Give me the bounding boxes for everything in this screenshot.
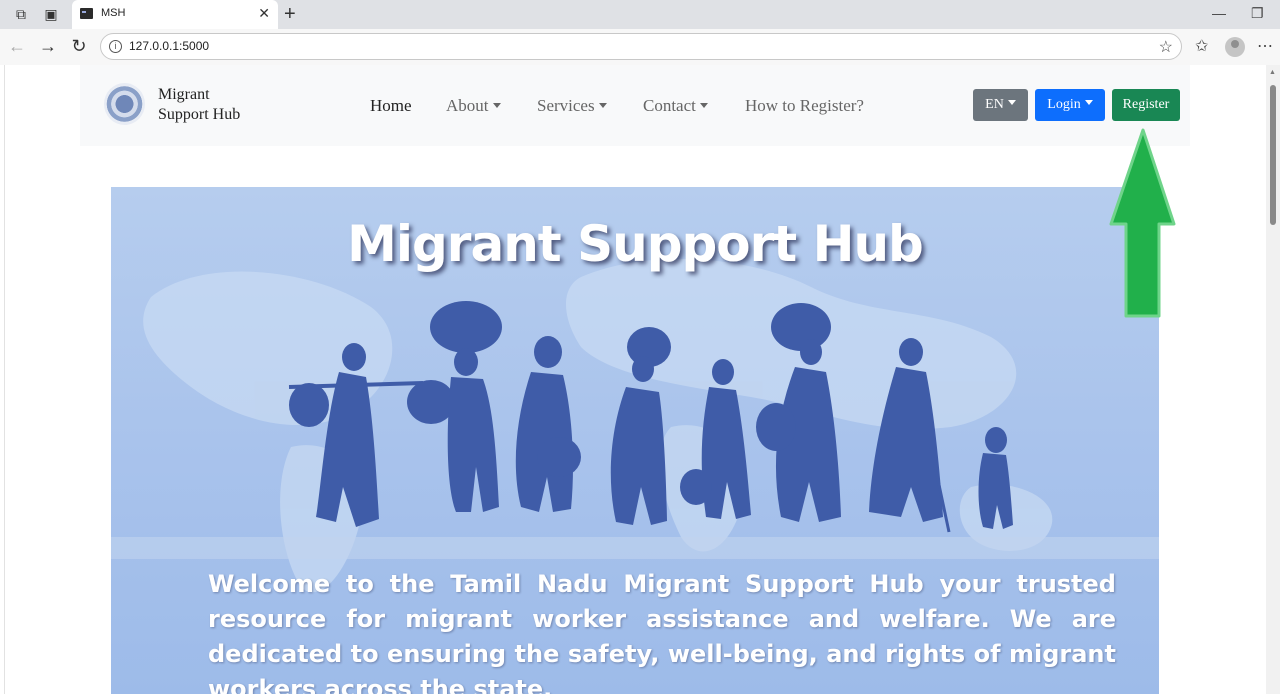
brand-line-1: Migrant [158, 86, 210, 103]
register-button[interactable]: Register [1112, 89, 1180, 121]
login-button[interactable]: Login [1035, 89, 1105, 121]
reload-icon[interactable]: ↻ [69, 36, 89, 56]
nav-home-label: Home [370, 96, 412, 115]
arrow-up-annotation [1109, 128, 1176, 318]
chevron-down-icon [1084, 100, 1093, 105]
nav-home[interactable]: Home [370, 96, 412, 116]
nav-services-label: Services [537, 96, 595, 115]
favorites-icon[interactable]: ✩ [1195, 36, 1208, 56]
nav-contact-label: Contact [643, 96, 696, 115]
back-icon[interactable]: ← [7, 36, 27, 56]
restore-icon[interactable]: ❐ [1251, 5, 1264, 22]
chevron-down-icon [492, 103, 501, 108]
new-tab-button[interactable]: + [284, 3, 296, 26]
chevron-down-icon [699, 103, 708, 108]
scrollbar[interactable]: ▲ [1266, 65, 1280, 694]
login-label: Login [1047, 97, 1081, 112]
profile-avatar[interactable] [1225, 37, 1245, 57]
star-icon[interactable]: ☆ [1159, 37, 1173, 57]
register-label: Register [1122, 97, 1170, 112]
nav-about[interactable]: About [446, 96, 501, 116]
hero-welcome-text: Welcome to the Tamil Nadu Migrant Suppor… [208, 570, 1116, 694]
info-icon[interactable]: i [109, 40, 122, 53]
brand-name[interactable]: Migrant Support Hub [158, 85, 240, 125]
language-button[interactable]: EN [973, 89, 1028, 121]
workspaces-icon[interactable]: ⧉ [13, 6, 29, 22]
nav-how-to-register[interactable]: How to Register? [745, 96, 864, 116]
hero-banner: Migrant Support Hub Welcome to the Tamil… [111, 187, 1159, 694]
forward-icon[interactable]: → [38, 36, 58, 56]
tab-actions-icon[interactable]: ▣ [43, 6, 59, 22]
chevron-down-icon [1007, 100, 1016, 105]
close-icon[interactable]: ✕ [258, 5, 270, 22]
nav-services[interactable]: Services [537, 96, 607, 116]
ground-band [111, 537, 1159, 559]
scroll-up-icon[interactable]: ▲ [1269, 69, 1276, 76]
browser-tab[interactable]: MSH ✕ [72, 0, 278, 29]
address-row: ← → ↻ i 127.0.0.1:5000 ☆ ✩ ⋯ [0, 29, 1280, 65]
terminal-favicon-icon [80, 8, 93, 19]
brand-line-2: Support Hub [158, 106, 241, 123]
browser-titlebar: ⧉ ▣ MSH ✕ + — ❐ [0, 0, 1280, 29]
language-label: EN [985, 97, 1004, 112]
url-text[interactable]: 127.0.0.1:5000 [129, 39, 209, 53]
nav-contact[interactable]: Contact [643, 96, 708, 116]
globe-logo-icon[interactable] [104, 83, 145, 125]
more-icon[interactable]: ⋯ [1257, 36, 1273, 56]
chevron-down-icon [598, 103, 607, 108]
nav-how-to-register-label: How to Register? [745, 96, 864, 115]
tab-title: MSH [101, 7, 126, 19]
scroll-thumb[interactable] [1270, 85, 1276, 225]
site-navbar: Migrant Support Hub Home About Services … [80, 65, 1190, 146]
hero-title: Migrant Support Hub [347, 215, 924, 273]
address-bar[interactable]: i 127.0.0.1:5000 ☆ [100, 33, 1182, 60]
minimize-icon[interactable]: — [1212, 5, 1226, 21]
nav-about-label: About [446, 96, 489, 115]
